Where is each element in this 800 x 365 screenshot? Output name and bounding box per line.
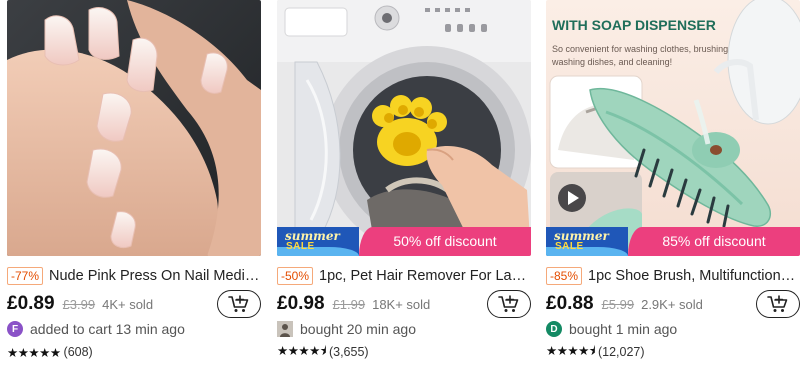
star-rating-icon: ★★★★⯨ — [277, 343, 326, 358]
recent-activity: bought 20 min ago — [277, 320, 416, 338]
promo-banner: summer SALE 85% off discount — [546, 227, 800, 256]
price-row: £0.88 £5.99 2.9K+ sold — [546, 290, 800, 318]
product-card[interactable]: WITH SOAP DISPENSER So convenient for wa… — [546, 0, 800, 365]
product-title[interactable]: 1pc Shoe Brush, Multifunctional ... — [588, 268, 800, 284]
current-price: £0.98 — [277, 293, 325, 314]
promo-banner: summer SALE 50% off discount — [277, 227, 531, 256]
activity-text: bought 1 min ago — [569, 321, 678, 337]
rating: ★★★★⯨ (3,655) — [277, 343, 369, 361]
discount-badge: -77% — [7, 267, 44, 285]
recent-activity: D bought 1 min ago — [546, 320, 677, 338]
cart-plus-icon — [498, 295, 519, 312]
star-rating-icon: ★★★★⯨ — [546, 343, 595, 358]
recent-activity: F added to cart 13 min ago — [7, 320, 185, 338]
user-avatar: F — [7, 321, 23, 337]
activity-text: added to cart 13 min ago — [30, 321, 185, 337]
review-count: (3,655) — [328, 345, 369, 359]
title-row: -85% 1pc Shoe Brush, Multifunctional ... — [546, 266, 800, 286]
review-count: (608) — [63, 345, 93, 359]
product-title[interactable]: 1pc, Pet Hair Remover For Laund... — [319, 268, 531, 284]
product-grid: -77% Nude Pink Press On Nail Mediu... £0… — [0, 0, 800, 365]
current-price: £0.89 — [7, 293, 55, 314]
price-row: £0.98 £1.99 18K+ sold — [277, 290, 531, 318]
review-count: (12,027) — [597, 345, 645, 359]
user-avatar — [277, 321, 293, 337]
original-price: £5.99 — [601, 296, 635, 312]
rating: ★★★★⯨ (12,027) — [546, 343, 645, 361]
product-title[interactable]: Nude Pink Press On Nail Mediu... — [49, 268, 261, 284]
product-image[interactable] — [7, 0, 261, 256]
promo-discount-text: 50% off discount — [359, 227, 531, 256]
title-row: -77% Nude Pink Press On Nail Mediu... — [7, 266, 261, 286]
current-price: £0.88 — [546, 293, 594, 314]
cart-plus-icon — [228, 295, 249, 312]
product-card[interactable]: -77% Nude Pink Press On Nail Mediu... £0… — [7, 0, 261, 365]
add-to-cart-button[interactable] — [217, 290, 261, 318]
rating: ★★★★★ (608) — [7, 343, 93, 361]
promo-discount-text: 85% off discount — [628, 227, 800, 256]
title-row: -50% 1pc, Pet Hair Remover For Laund... — [277, 266, 531, 286]
user-avatar: D — [546, 321, 562, 337]
image-headline: WITH SOAP DISPENSER — [552, 17, 716, 33]
star-rating-icon: ★★★★★ — [7, 345, 61, 360]
add-to-cart-button[interactable] — [756, 290, 800, 318]
sold-count: 2.9K+ sold — [641, 296, 703, 312]
product-image[interactable]: summer SALE 50% off discount — [277, 0, 531, 256]
image-desc-line-1: So convenient for washing clothes, brush… — [552, 44, 757, 54]
product-image[interactable]: WITH SOAP DISPENSER So convenient for wa… — [546, 0, 800, 256]
sold-count: 4K+ sold — [102, 296, 154, 312]
original-price: £3.99 — [62, 296, 96, 312]
cart-plus-icon — [767, 295, 788, 312]
sold-count: 18K+ sold — [372, 296, 431, 312]
original-price: £1.99 — [332, 296, 366, 312]
summer-sale-label: summer SALE — [277, 227, 359, 256]
discount-badge: -50% — [277, 267, 314, 285]
image-desc-line-2: washing dishes, and cleaning! — [551, 57, 672, 67]
summer-sale-label: summer SALE — [546, 227, 628, 256]
activity-text: bought 20 min ago — [300, 321, 416, 337]
discount-badge: -85% — [546, 267, 583, 285]
product-card[interactable]: summer SALE 50% off discount -50% 1pc, P… — [277, 0, 531, 365]
price-row: £0.89 £3.99 4K+ sold — [7, 290, 261, 318]
add-to-cart-button[interactable] — [487, 290, 531, 318]
